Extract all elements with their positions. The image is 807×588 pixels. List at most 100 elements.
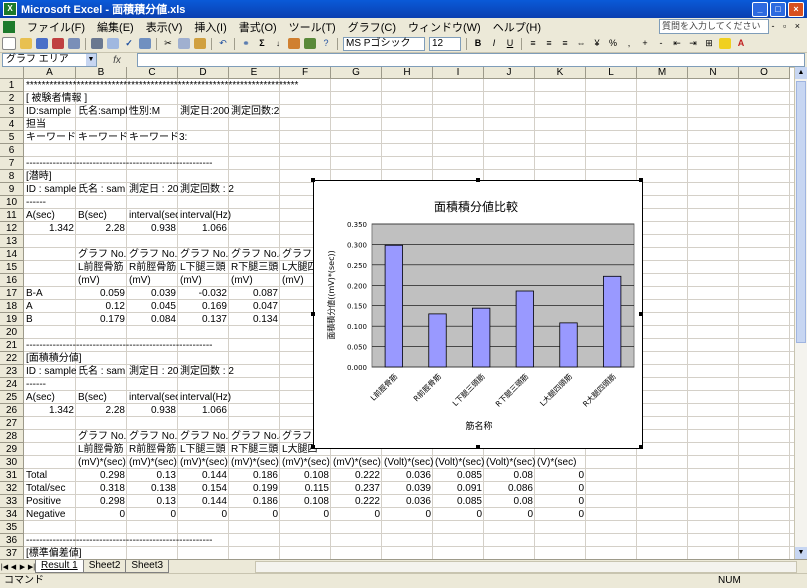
column-header[interactable]: E — [229, 67, 280, 79]
column-header[interactable]: I — [433, 67, 484, 79]
column-header[interactable]: D — [178, 67, 229, 79]
cell[interactable]: 0.154 — [178, 482, 229, 495]
cell[interactable]: (mV) — [229, 274, 280, 287]
menu-chart[interactable]: グラフ(C) — [342, 19, 402, 35]
cell[interactable]: 0.144 — [178, 469, 229, 482]
row-header[interactable]: 33 — [0, 495, 24, 508]
row-header[interactable]: 1 — [0, 79, 24, 92]
cell[interactable]: L下腿三頭 — [178, 443, 229, 456]
cell[interactable]: ----------------------------------------… — [24, 534, 790, 547]
x-tick-label[interactable]: R前脛骨筋 — [411, 371, 443, 403]
cell[interactable]: 0 — [127, 508, 178, 521]
cell[interactable]: 0.059 — [76, 287, 127, 300]
cell[interactable]: グラフ No.4 — [229, 430, 280, 443]
cell[interactable]: R前脛骨筋 — [127, 261, 178, 274]
cell[interactable]: グラフ No.4 — [229, 248, 280, 261]
cell[interactable]: 0.12 — [76, 300, 127, 313]
cell[interactable]: 性別:M — [127, 105, 178, 118]
y-tick-label[interactable]: 0.300 — [347, 241, 367, 249]
cell[interactable]: ID : sample — [24, 183, 76, 196]
cell[interactable]: 0 — [535, 495, 586, 508]
cell[interactable]: 0.086 — [484, 482, 535, 495]
column-header[interactable]: F — [280, 67, 331, 79]
cell[interactable]: 0.186 — [229, 495, 280, 508]
y-tick-label[interactable]: 0.150 — [347, 303, 367, 311]
bar[interactable] — [472, 307, 491, 368]
column-header[interactable]: H — [382, 67, 433, 79]
cell[interactable]: 0 — [535, 469, 586, 482]
name-box[interactable]: グラフ エリア ▼ — [2, 53, 97, 67]
cell[interactable]: 0.13 — [127, 495, 178, 508]
row-header[interactable]: 29 — [0, 443, 24, 456]
cell[interactable]: (Volt)*(sec) — [433, 456, 484, 469]
column-header[interactable]: A — [24, 67, 76, 79]
cell[interactable]: (mV)*(sec) — [178, 456, 229, 469]
cell[interactable]: ****************************************… — [24, 79, 790, 92]
cell[interactable]: 0.036 — [382, 469, 433, 482]
cell[interactable]: 0 — [331, 508, 382, 521]
new-icon[interactable] — [2, 37, 16, 50]
x-tick-label[interactable]: L大腿四頭筋 — [537, 371, 574, 408]
cell[interactable]: L下腿三頭 — [178, 261, 229, 274]
first-sheet-icon[interactable]: |◀ — [0, 563, 9, 571]
cell[interactable]: 0.087 — [229, 287, 280, 300]
currency-icon[interactable]: ¥ — [591, 38, 603, 49]
cell[interactable]: ID:sample — [24, 105, 76, 118]
cell[interactable]: 1.342 — [24, 404, 76, 417]
column-header[interactable]: K — [535, 67, 586, 79]
cell[interactable]: (mV)*(sec) — [76, 456, 127, 469]
cell[interactable]: interval(sec) — [127, 209, 178, 222]
minimize-button[interactable]: _ — [752, 2, 768, 17]
cell[interactable]: キーワード2 — [76, 131, 127, 144]
cell[interactable]: (mV)*(sec) — [229, 456, 280, 469]
cell[interactable]: 2.28 — [76, 222, 127, 235]
decrease-indent-icon[interactable]: ⇤ — [671, 38, 683, 49]
scroll-up-icon[interactable]: ▲ — [795, 67, 807, 79]
cell[interactable]: 氏名:sample — [76, 105, 127, 118]
cell[interactable]: 0.237 — [331, 482, 382, 495]
row-header[interactable]: 10 — [0, 196, 24, 209]
menu-tools[interactable]: ツール(T) — [283, 19, 342, 35]
column-header[interactable]: J — [484, 67, 535, 79]
resize-handle[interactable] — [639, 178, 643, 182]
row-header[interactable]: 16 — [0, 274, 24, 287]
cell[interactable]: 測定日 : 20 — [127, 365, 178, 378]
increase-decimal-icon[interactable]: + — [639, 38, 651, 49]
y-axis-label[interactable]: 面積積分値((mV)*(sec)) — [326, 250, 336, 339]
cell[interactable]: (mV) — [178, 274, 229, 287]
row-header[interactable]: 20 — [0, 326, 24, 339]
row-header[interactable]: 18 — [0, 300, 24, 313]
cell[interactable]: A — [24, 300, 76, 313]
cell[interactable]: キーワード3: — [127, 131, 790, 144]
cell[interactable]: 0.137 — [178, 313, 229, 326]
cell[interactable]: 測定日 : 20 — [127, 183, 178, 196]
copy-icon[interactable] — [178, 38, 190, 49]
print-icon[interactable] — [91, 38, 103, 49]
cell[interactable]: 0.179 — [76, 313, 127, 326]
cell[interactable]: 0.039 — [127, 287, 178, 300]
cell[interactable]: 1.342 — [24, 222, 76, 235]
cell[interactable]: ----------------------------------------… — [24, 157, 790, 170]
cell[interactable]: (mV)*(sec) — [280, 456, 331, 469]
cell[interactable]: 0.938 — [127, 404, 178, 417]
vertical-scrollbar[interactable]: ▲ ▼ — [794, 67, 807, 559]
sort-ascending-icon[interactable]: ↓ — [272, 38, 284, 49]
underline-button[interactable]: U — [504, 38, 516, 49]
row-header[interactable]: 6 — [0, 144, 24, 157]
row-header[interactable]: 34 — [0, 508, 24, 521]
resize-handle[interactable] — [311, 312, 315, 316]
select-all-corner[interactable] — [0, 67, 24, 79]
cell[interactable]: ID : sample — [24, 365, 76, 378]
cell[interactable]: 0.298 — [76, 469, 127, 482]
column-header[interactable]: B — [76, 67, 127, 79]
bar-chart[interactable]: 面積積分値比較 0.000 0.050 0.100 0.150 0.200 0.250 0.3… — [314, 181, 642, 448]
merge-center-icon[interactable]: ⇔ — [575, 38, 587, 49]
column-header[interactable]: O — [739, 67, 790, 79]
cell[interactable]: (mV) — [76, 274, 127, 287]
prev-sheet-icon[interactable]: ◀ — [9, 563, 18, 571]
resize-handle[interactable] — [476, 178, 480, 182]
cell[interactable]: L前脛骨筋 — [76, 261, 127, 274]
bold-button[interactable]: B — [472, 38, 484, 49]
email-icon[interactable] — [68, 38, 80, 49]
cell[interactable]: (Volt)*(sec) — [484, 456, 535, 469]
